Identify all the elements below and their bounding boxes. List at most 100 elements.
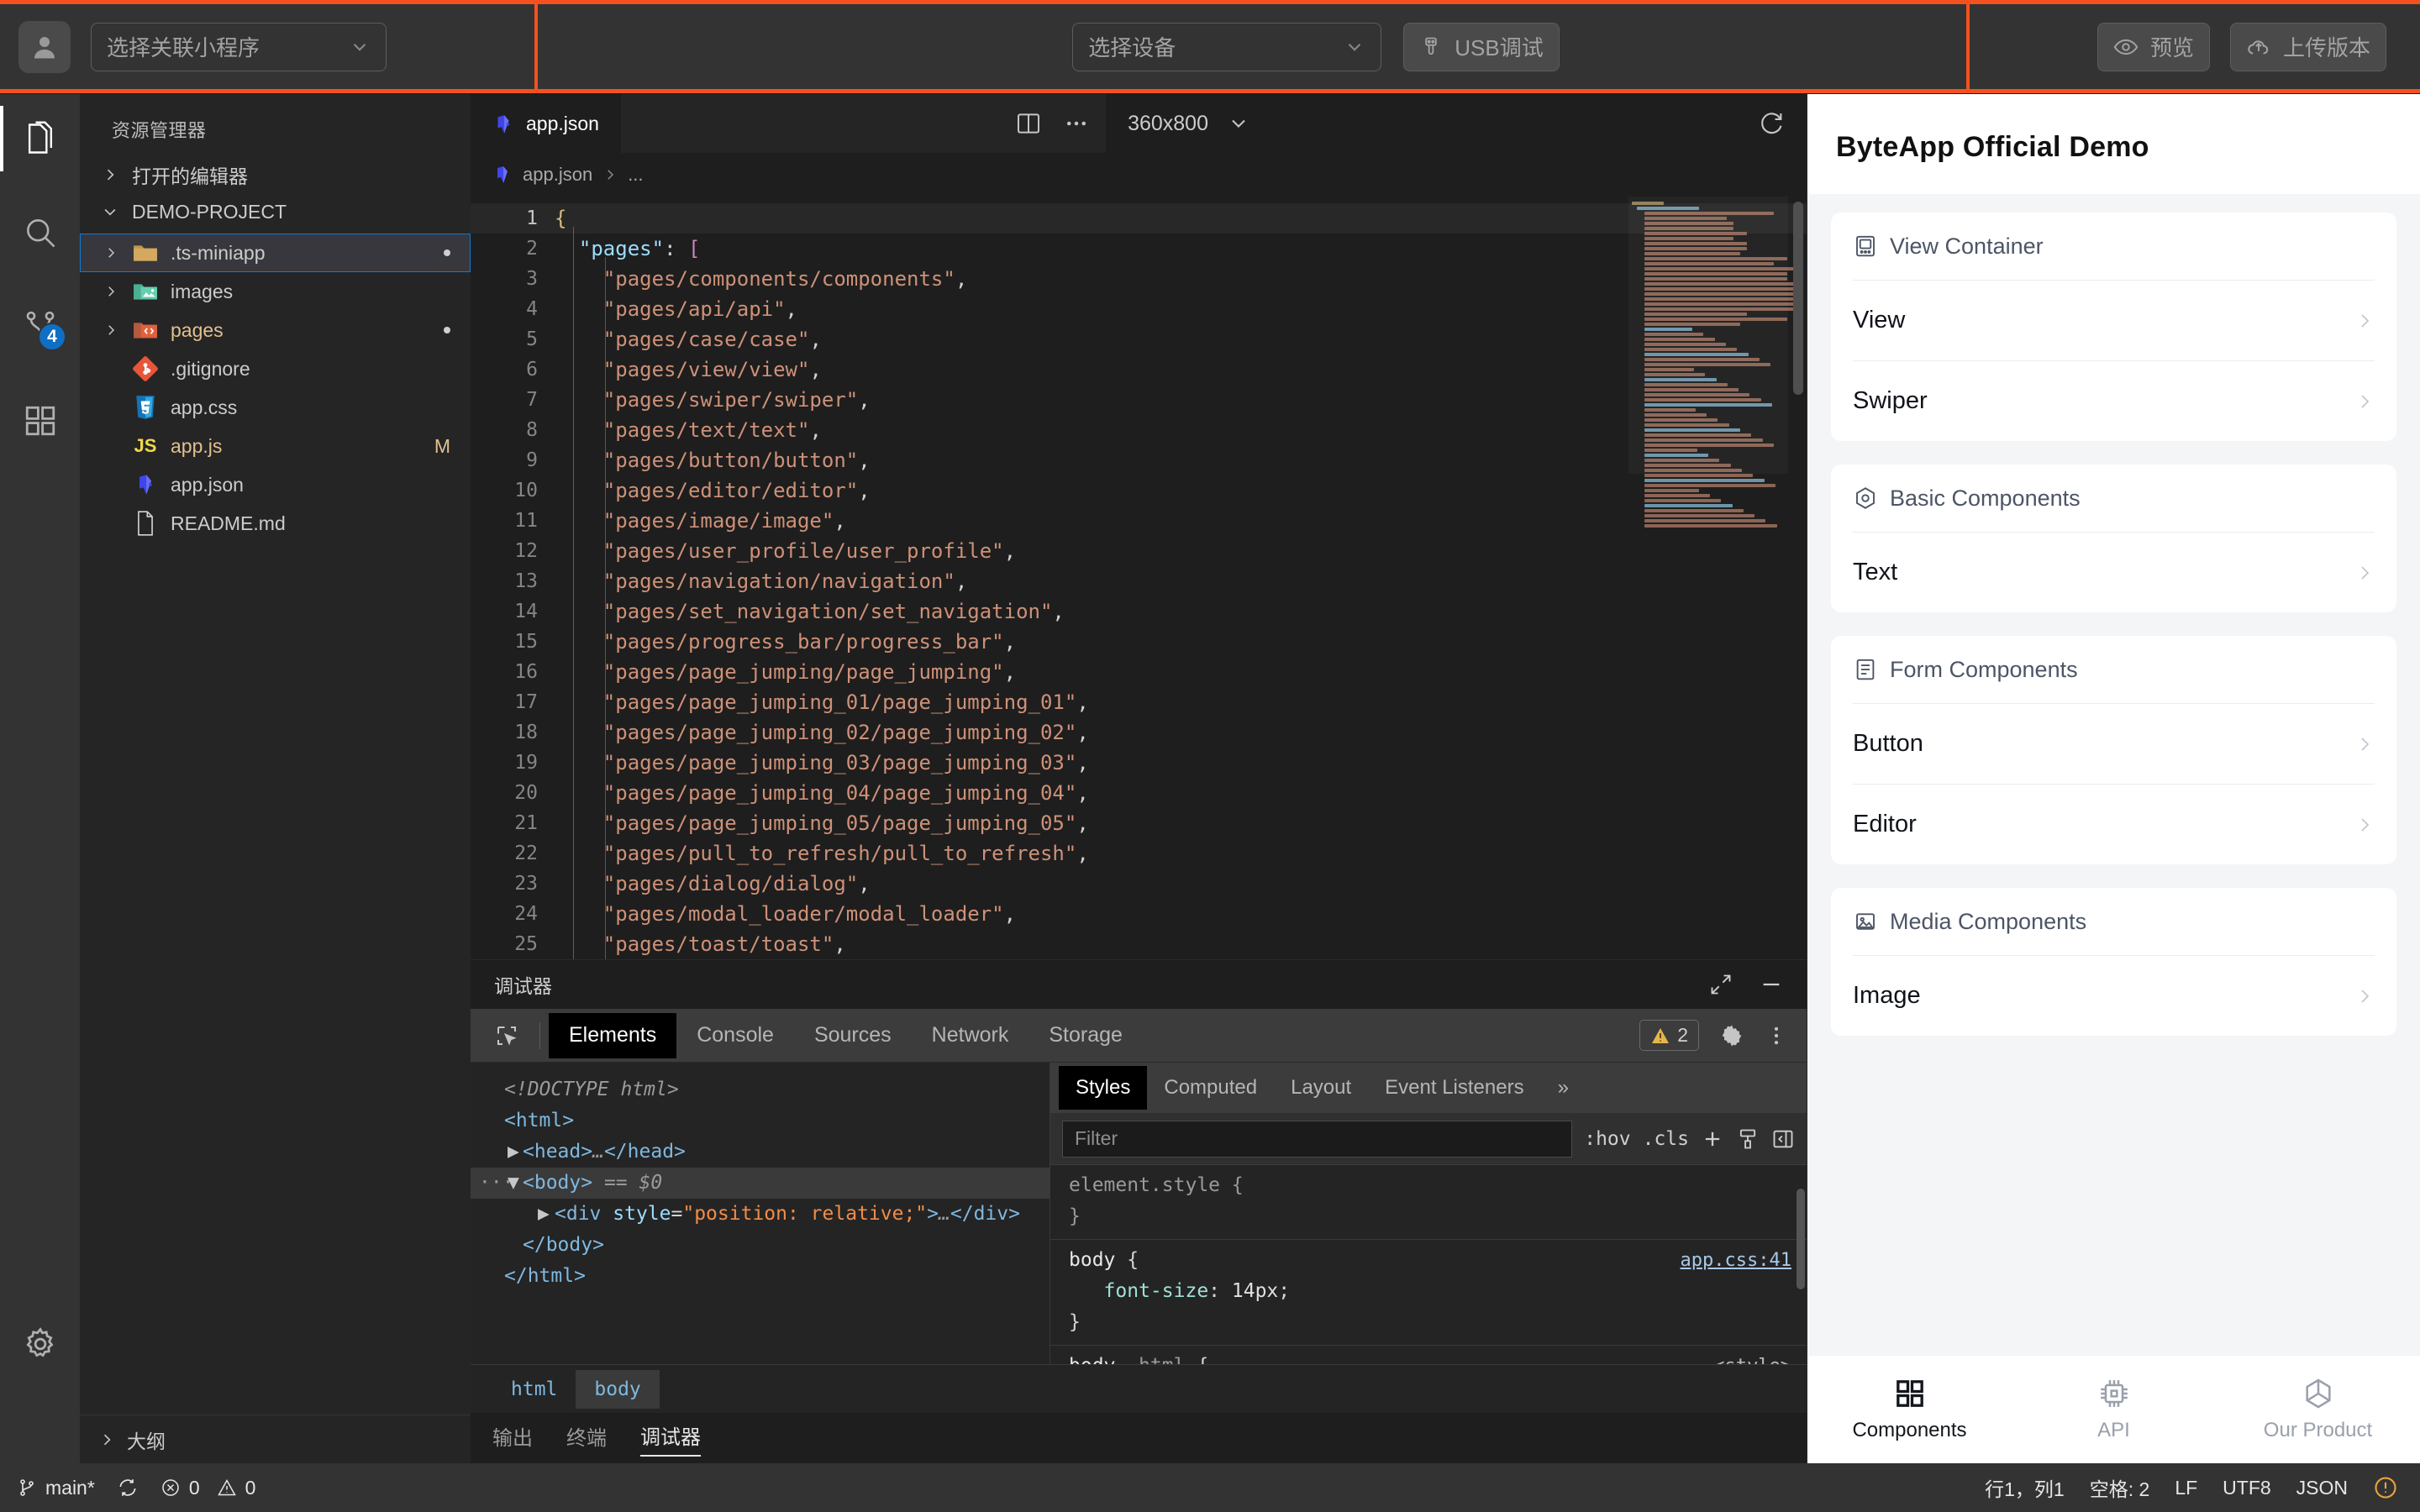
more-actions-icon[interactable] (1064, 111, 1089, 136)
breadcrumb-rest[interactable]: ... (628, 164, 643, 186)
add-rule-icon[interactable] (1701, 1127, 1724, 1151)
cls-toggle[interactable]: .cls (1643, 1128, 1689, 1150)
sidebar-item-source-control[interactable]: 4 (0, 299, 80, 354)
tree-item-app-json[interactable]: app.json (80, 465, 471, 504)
eol-setting[interactable]: LF (2175, 1477, 2197, 1499)
styles-tab-layout[interactable]: Layout (1274, 1066, 1368, 1110)
tree-item-app-css[interactable]: app.css (80, 388, 471, 427)
notification-icon[interactable] (2373, 1475, 2398, 1500)
code-line[interactable]: "pages/page_jumping_02/page_jumping_02", (555, 717, 1807, 748)
style-rule[interactable]: app.css:41 body { font-size: 14px;} (1050, 1240, 1807, 1346)
dom-line[interactable]: </html> (471, 1261, 1050, 1292)
tree-item-app-js[interactable]: JS app.js M (80, 427, 471, 465)
tree-item-images[interactable]: images (80, 272, 471, 311)
usb-debug-button[interactable]: USB调试 (1403, 22, 1560, 71)
dom-line[interactable]: <!DOCTYPE html> (471, 1074, 1050, 1105)
color-picker-icon[interactable] (1736, 1127, 1760, 1151)
dom-tree[interactable]: <!DOCTYPE html> <html> ▶ <head>…</head> ·… (471, 1063, 1050, 1364)
hov-toggle[interactable]: :hov (1584, 1128, 1630, 1150)
code-line[interactable]: "pages/page_jumping_03/page_jumping_03", (555, 748, 1807, 778)
code-line[interactable]: "pages/api/api", (555, 294, 1807, 324)
list-item-editor[interactable]: Editor (1853, 784, 2375, 864)
chevron-down-icon[interactable] (1227, 112, 1250, 135)
list-item-image[interactable]: Image (1853, 955, 2375, 1036)
code-line[interactable]: "pages/view/view", (555, 354, 1807, 385)
panel-tab-output[interactable]: 输出 (492, 1421, 533, 1456)
sidebar-item-explorer[interactable] (0, 106, 80, 171)
editor-tab-app-json[interactable]: app.json (471, 94, 622, 153)
encoding-setting[interactable]: UTF8 (2223, 1477, 2271, 1499)
code-line[interactable]: "pages/toast/toast", (555, 929, 1807, 959)
style-rule-source[interactable]: app.css:41 (1681, 1245, 1791, 1276)
sidebar-item-settings[interactable] (0, 1326, 80, 1362)
editor-scrollbar[interactable] (1793, 202, 1803, 395)
maximize-icon[interactable] (1709, 973, 1733, 996)
code-line[interactable]: "pages/progress_bar/progress_bar", (555, 627, 1807, 657)
style-value[interactable]: 14px (1232, 1280, 1278, 1302)
code-line[interactable]: "pages/set_navigation/set_navigation", (555, 596, 1807, 627)
dom-breadcrumb-html[interactable]: html (492, 1370, 576, 1409)
style-rule[interactable]: <style> body, html { width: 100vw; conte… (1050, 1346, 1807, 1364)
code-line[interactable]: "pages/user_profile/user_profile", (555, 536, 1807, 566)
code-line[interactable]: "pages/page_jumping_05/page_jumping_05", (555, 808, 1807, 838)
dom-line[interactable]: <html> (471, 1105, 1050, 1137)
code-line[interactable]: "pages/editor/editor", (555, 475, 1807, 506)
assoc-miniapp-select[interactable]: 选择关联小程序 (91, 22, 387, 71)
avatar[interactable] (18, 20, 71, 73)
sim-tab-api[interactable]: API (2012, 1377, 2216, 1442)
code-line[interactable]: "pages/page_jumping/page_jumping", (555, 657, 1807, 687)
styles-scrollbar[interactable] (1797, 1189, 1805, 1289)
cursor-position[interactable]: 行1，列1 (1985, 1473, 2065, 1502)
dom-line-body[interactable]: ··· ▼ <body> == $0 (471, 1168, 1050, 1199)
outline-section[interactable]: 大纲 (80, 1415, 471, 1463)
code-line[interactable]: "pages/text/text", (555, 415, 1807, 445)
style-rule[interactable]: element.style {} (1050, 1165, 1807, 1240)
devtools-more-icon[interactable] (1765, 1024, 1788, 1047)
breadcrumb-file[interactable]: app.json (523, 164, 592, 186)
code-line[interactable]: "pages/page_jumping_01/page_jumping_01", (555, 687, 1807, 717)
sim-tab-components[interactable]: Components (1807, 1377, 2012, 1442)
indent-setting[interactable]: 空格: 2 (2090, 1473, 2150, 1502)
refresh-icon[interactable] (1758, 110, 1785, 137)
devtools-tab-storage[interactable]: Storage (1028, 1013, 1143, 1058)
styles-filter-input[interactable]: Filter (1062, 1120, 1573, 1158)
devtools-tab-console[interactable]: Console (676, 1013, 794, 1058)
panel-tab-debugger[interactable]: 调试器 (640, 1420, 701, 1457)
style-prop[interactable]: font-size (1104, 1280, 1209, 1302)
dom-breadcrumb-body[interactable]: body (576, 1369, 660, 1409)
inspect-element-icon[interactable] (482, 1023, 531, 1048)
list-item-text[interactable]: Text (1853, 532, 2375, 612)
sidebar-item-extensions[interactable] (0, 393, 80, 449)
gear-icon[interactable] (1719, 1023, 1744, 1048)
status-sync[interactable] (117, 1477, 139, 1499)
sidebar-item-search[interactable] (0, 205, 80, 260)
code-line[interactable]: { (555, 203, 1807, 234)
dom-line[interactable]: ▶ <head>…</head> (471, 1137, 1050, 1168)
device-select[interactable]: 选择设备 (1072, 22, 1382, 71)
code-line[interactable]: "pages/navigation/navigation", (555, 566, 1807, 596)
sim-tab-our-product[interactable]: Our Product (2216, 1377, 2420, 1442)
language-mode[interactable]: JSON (2296, 1477, 2348, 1499)
styles-rules[interactable]: element.style {} app.css:41 body { font-… (1050, 1165, 1807, 1364)
tree-item-readme[interactable]: README.md (80, 504, 471, 543)
code-line[interactable]: "pages/components/components", (555, 264, 1807, 294)
panel-tab-terminal[interactable]: 终端 (566, 1421, 607, 1456)
code-line[interactable]: "pages/image/image", (555, 506, 1807, 536)
code-line[interactable]: "pages/case/case", (555, 324, 1807, 354)
dom-line[interactable]: ▶ <div style="position: relative;">…</div… (471, 1199, 1050, 1230)
status-branch[interactable]: main* (17, 1477, 95, 1499)
list-item-view[interactable]: View (1853, 280, 2375, 360)
code-content[interactable]: { "pages": [ "pages/components/component… (555, 197, 1807, 959)
upload-version-button[interactable]: 上传版本 (2229, 22, 2386, 71)
minimap-slider[interactable] (1628, 197, 1788, 474)
tree-item-ts-miniapp[interactable]: .ts-miniapp (80, 234, 471, 272)
devtools-tab-sources[interactable]: Sources (794, 1013, 912, 1058)
code-editor[interactable]: 1 2 3 4 5 6 7 8 9 10 11 12 13 14 15 16 17 18 19 20 21 22 23 24 2… (471, 197, 1807, 959)
tree-item-gitignore[interactable]: .gitignore (80, 349, 471, 388)
styles-tab-event-listeners[interactable]: Event Listeners (1368, 1066, 1540, 1110)
styles-tab-styles[interactable]: Styles (1059, 1066, 1148, 1110)
code-line[interactable]: "pages/page_jumping_04/page_jumping_04", (555, 778, 1807, 808)
code-line[interactable]: "pages/button/button", (555, 445, 1807, 475)
list-item-swiper[interactable]: Swiper (1853, 360, 2375, 441)
styles-tab-overflow[interactable]: » (1541, 1066, 1586, 1110)
